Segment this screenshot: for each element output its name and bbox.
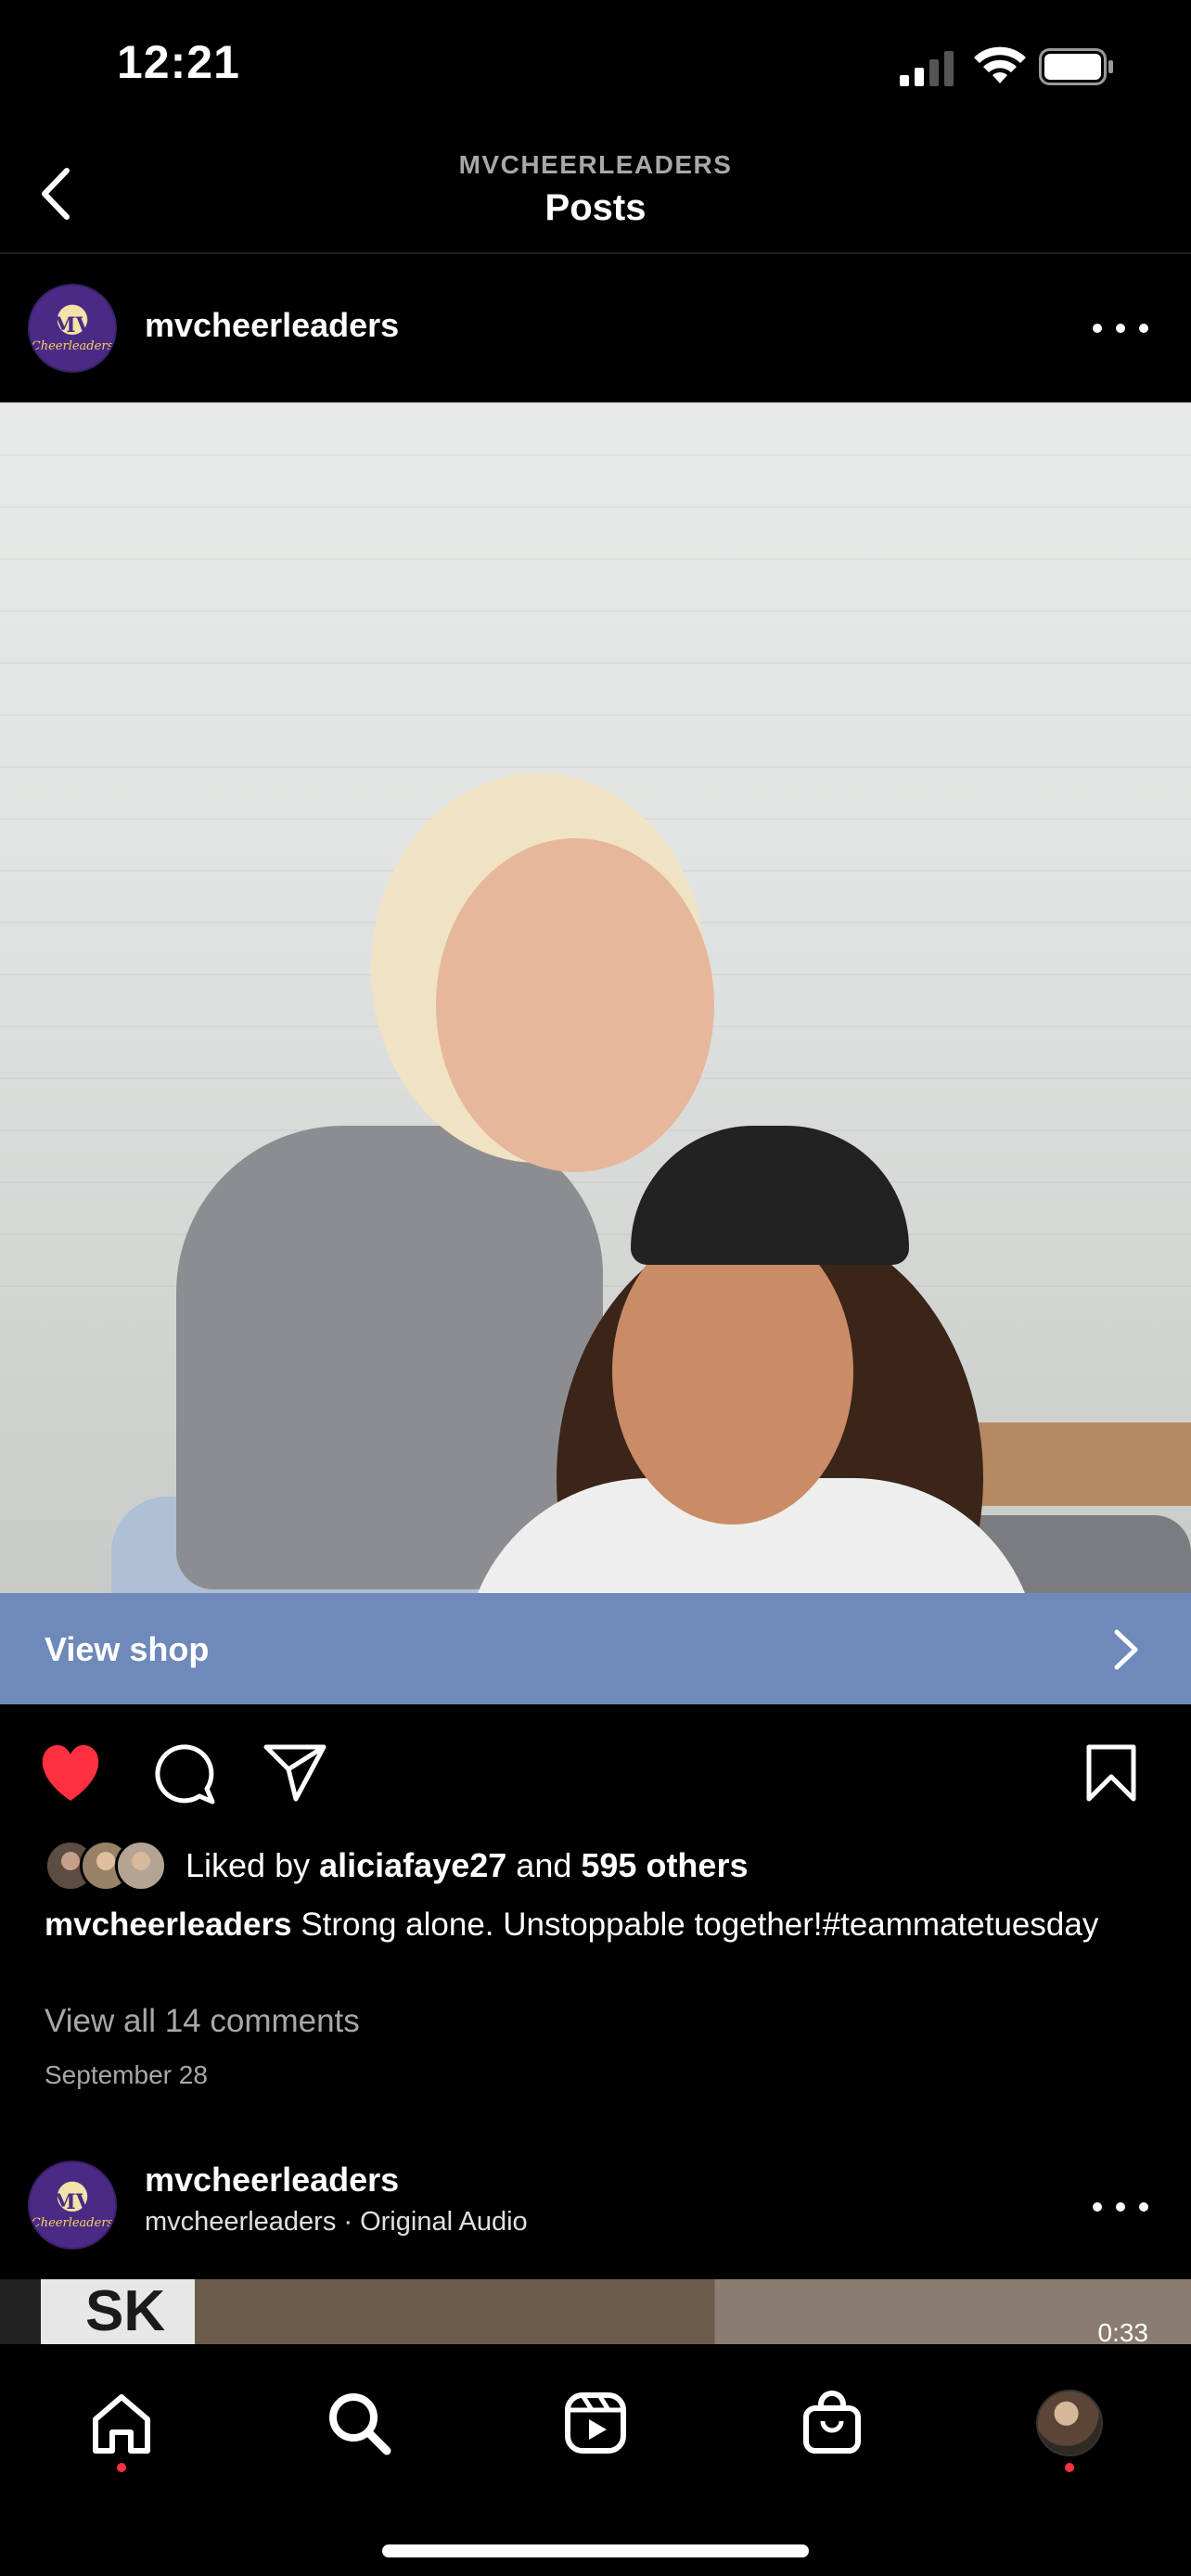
avatar-logo-subtext: Cheerleaders — [31, 2216, 114, 2230]
video-duration: 0:33 — [1097, 2318, 1149, 2344]
more-horizontal-icon — [1093, 324, 1102, 333]
post-image[interactable] — [0, 402, 1191, 1593]
save-button[interactable] — [1076, 1738, 1146, 1808]
view-shop-label: View shop — [45, 1630, 210, 1668]
avatar-logo-subtext: Cheerleaders — [31, 339, 114, 353]
liker-avatars — [45, 1840, 167, 1892]
notification-dot — [117, 2463, 126, 2472]
chevron-right-icon — [1114, 1629, 1138, 1670]
status-time: 12:21 — [117, 36, 240, 88]
media-overlay-text: SK — [85, 2279, 166, 2343]
share-button[interactable] — [260, 1738, 330, 1808]
search-icon — [329, 2393, 391, 2455]
home-indicator[interactable] — [382, 2544, 809, 2557]
reels-icon — [565, 2392, 626, 2454]
tab-search[interactable] — [317, 2381, 401, 2465]
tab-reels[interactable] — [554, 2381, 637, 2465]
likes-text: Liked by aliciafaye27 and 595 others — [186, 1846, 749, 1884]
notification-dot — [1065, 2463, 1074, 2472]
post-username[interactable]: mvcheerleaders — [145, 2161, 399, 2200]
avatar[interactable]: MV Cheerleaders — [28, 284, 117, 373]
view-shop-banner[interactable]: View shop — [0, 1593, 1191, 1704]
avatar — [115, 1840, 167, 1892]
comment-button[interactable] — [148, 1738, 219, 1808]
more-horizontal-icon — [1093, 2202, 1102, 2212]
next-post-media[interactable]: SK 0:33 — [0, 2279, 1191, 2344]
home-icon — [93, 2394, 150, 2454]
tab-home[interactable] — [80, 2381, 163, 2465]
post-caption: mvcheerleaders Strong alone. Unstoppable… — [45, 1903, 1158, 1947]
wifi-icon — [974, 46, 1026, 83]
tab-shop[interactable] — [790, 2381, 874, 2465]
top-header: MVCHEERLEADERS Posts — [0, 139, 1191, 254]
battery-icon — [1039, 48, 1113, 85]
tab-profile[interactable] — [1028, 2381, 1111, 2465]
bookmark-icon — [1086, 1744, 1136, 1802]
cellular-signal-icon — [900, 51, 954, 86]
page-title: Posts — [544, 187, 647, 228]
paper-plane-icon — [263, 1744, 327, 1802]
header-subtitle: MVCHEERLEADERS — [458, 150, 733, 179]
audio-attribution[interactable]: mvcheerleaders · Original Audio — [145, 2207, 528, 2238]
shop-icon — [803, 2391, 861, 2454]
caption-username[interactable]: mvcheerleaders — [45, 1906, 292, 1943]
more-options-button[interactable] — [1093, 310, 1148, 347]
view-comments-link[interactable]: View all 14 comments — [45, 2003, 360, 2040]
caption-text: Strong alone. Unstoppable together!#team… — [301, 1906, 1099, 1943]
liker-username[interactable]: aliciafaye27 — [319, 1846, 506, 1884]
status-bar: 12:21 — [0, 0, 1191, 139]
post-username[interactable]: mvcheerleaders — [145, 306, 399, 345]
post-header: MV Cheerleaders mvcheerleaders — [0, 273, 1191, 384]
post-actions — [0, 1732, 1191, 1825]
likes-summary[interactable]: Liked by aliciafaye27 and 595 others — [45, 1838, 748, 1894]
comment-icon — [155, 1744, 215, 1804]
avatar[interactable]: MV Cheerleaders — [28, 2161, 117, 2250]
avatar-logo-text: MV — [53, 313, 92, 338]
like-button[interactable] — [35, 1738, 106, 1808]
more-options-button[interactable] — [1093, 2188, 1148, 2225]
avatar-logo-text: MV — [53, 2190, 92, 2214]
likes-others-count[interactable]: 595 others — [581, 1846, 748, 1884]
bottom-tab-bar — [0, 2344, 1191, 2576]
post-header: MV Cheerleaders mvcheerleaders mvcheerle… — [0, 2161, 1191, 2253]
post-date: September 28 — [45, 2060, 208, 2089]
heart-icon — [42, 1745, 99, 1801]
profile-avatar — [1036, 2390, 1103, 2456]
